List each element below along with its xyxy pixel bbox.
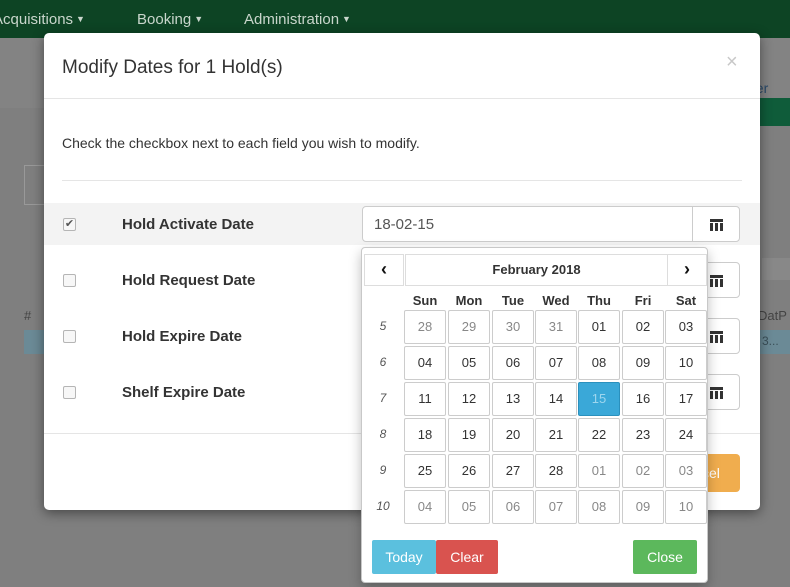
day-cell[interactable]: 06	[492, 346, 534, 380]
field-label: Shelf Expire Date	[122, 384, 246, 401]
background-tab-edge	[24, 165, 44, 205]
day-cell[interactable]: 16	[622, 382, 664, 416]
day-cell[interactable]: 04	[404, 346, 446, 380]
nav-acquisitions[interactable]: Acquisitions ▼	[0, 11, 85, 28]
calendar-icon	[710, 387, 723, 399]
week-number: 6	[379, 355, 387, 369]
day-cell[interactable]: 07	[535, 490, 577, 524]
background-column-header: #	[24, 308, 32, 323]
day-cell[interactable]: 17	[665, 382, 707, 416]
weekday-header: Wed	[542, 293, 570, 308]
shelf-expire-checkbox[interactable]	[63, 386, 76, 399]
day-cell[interactable]: 23	[622, 418, 664, 452]
day-cell[interactable]: 12	[448, 382, 490, 416]
day-cell[interactable]: 24	[665, 418, 707, 452]
caret-down-icon: ▼	[76, 14, 85, 24]
weekday-header: Sun	[412, 293, 438, 308]
day-cell[interactable]: 28	[535, 454, 577, 488]
day-cell[interactable]: 26	[448, 454, 490, 488]
day-cell[interactable]: 01	[578, 310, 620, 344]
caret-down-icon: ▼	[342, 14, 351, 24]
day-cell[interactable]: 10	[665, 490, 707, 524]
close-button[interactable]: Close	[633, 540, 697, 574]
background-column-header: DatP	[758, 308, 787, 323]
day-cell[interactable]: 11	[404, 382, 446, 416]
day-cell[interactable]: 14	[535, 382, 577, 416]
field-label: Hold Expire Date	[122, 328, 243, 345]
day-cell[interactable]: 02	[622, 310, 664, 344]
datepicker-popup: ‹ February 2018 › Sun Mon Tue Wed Thu Fri Sat 5…	[361, 247, 708, 583]
day-cell[interactable]: 09	[622, 346, 664, 380]
day-cell[interactable]: 19	[448, 418, 490, 452]
hold-request-checkbox[interactable]	[63, 274, 76, 287]
day-cell[interactable]: 22	[578, 418, 620, 452]
calendar-icon	[710, 275, 723, 287]
divider	[62, 180, 742, 181]
month-title-button[interactable]: February 2018	[405, 254, 668, 286]
week-number: 10	[376, 499, 390, 513]
hold-activate-checkbox[interactable]: ✔	[63, 218, 76, 231]
nav-booking[interactable]: Booking ▼	[137, 11, 203, 28]
hold-activate-date-input[interactable]	[362, 206, 693, 242]
day-cell[interactable]: 03	[665, 310, 707, 344]
instructions-text: Check the checkbox next to each field yo…	[62, 135, 420, 151]
day-cell[interactable]: 01	[578, 454, 620, 488]
day-cell[interactable]: 28	[404, 310, 446, 344]
week-number: 7	[379, 391, 387, 405]
caret-down-icon: ▼	[194, 14, 204, 24]
prev-month-button[interactable]: ‹	[364, 254, 404, 286]
calendar-icon	[710, 219, 723, 231]
divider	[44, 98, 760, 99]
day-cell[interactable]: 06	[492, 490, 534, 524]
calendar-button[interactable]	[692, 206, 740, 242]
chevron-left-icon: ‹	[381, 259, 387, 279]
week-number: 8	[379, 427, 387, 441]
weekday-header: Tue	[501, 293, 525, 308]
weekday-header: Sat	[675, 293, 697, 308]
nav-administration[interactable]: Administration ▼	[244, 11, 351, 28]
day-cell[interactable]: 29	[448, 310, 490, 344]
day-cell[interactable]: 27	[492, 454, 534, 488]
day-cell[interactable]: 05	[448, 346, 490, 380]
today-button[interactable]: Today	[372, 540, 436, 574]
week-number: 9	[379, 463, 387, 477]
day-cell[interactable]: 08	[578, 346, 620, 380]
day-cell[interactable]: 21	[535, 418, 577, 452]
day-cell[interactable]: 02	[622, 454, 664, 488]
day-cell[interactable]: 03	[665, 454, 707, 488]
day-cell[interactable]: 15	[578, 382, 620, 416]
day-cell[interactable]: 08	[578, 490, 620, 524]
weekday-header: Fri	[634, 293, 652, 308]
day-cell[interactable]: 13	[492, 382, 534, 416]
background-row-text: 3...	[762, 334, 779, 348]
weekday-header: Mon	[455, 293, 483, 308]
weekday-header: Thu	[587, 293, 611, 308]
day-cell[interactable]: 30	[492, 310, 534, 344]
day-cell[interactable]: 04	[404, 490, 446, 524]
field-row-hold-activate-date: ✔ Hold Activate Date	[44, 205, 760, 247]
chevron-right-icon: ›	[684, 259, 690, 279]
day-cell[interactable]: 10	[665, 346, 707, 380]
modal-title: Modify Dates for 1 Hold(s)	[62, 57, 283, 78]
checkmark-icon: ✔	[64, 218, 75, 230]
field-label: Hold Activate Date	[122, 216, 254, 233]
clear-button[interactable]: Clear	[436, 540, 498, 574]
close-icon[interactable]: ×	[726, 51, 738, 74]
day-cell[interactable]: 18	[404, 418, 446, 452]
next-month-button[interactable]: ›	[667, 254, 707, 286]
week-number: 5	[379, 319, 387, 333]
day-cell[interactable]: 07	[535, 346, 577, 380]
day-cell[interactable]: 31	[535, 310, 577, 344]
day-cell[interactable]: 05	[448, 490, 490, 524]
day-cell[interactable]: 20	[492, 418, 534, 452]
day-cell[interactable]: 25	[404, 454, 446, 488]
field-label: Hold Request Date	[122, 272, 256, 289]
calendar-icon	[710, 331, 723, 343]
day-cell[interactable]: 09	[622, 490, 664, 524]
background-tab	[762, 258, 790, 280]
hold-expire-checkbox[interactable]	[63, 330, 76, 343]
